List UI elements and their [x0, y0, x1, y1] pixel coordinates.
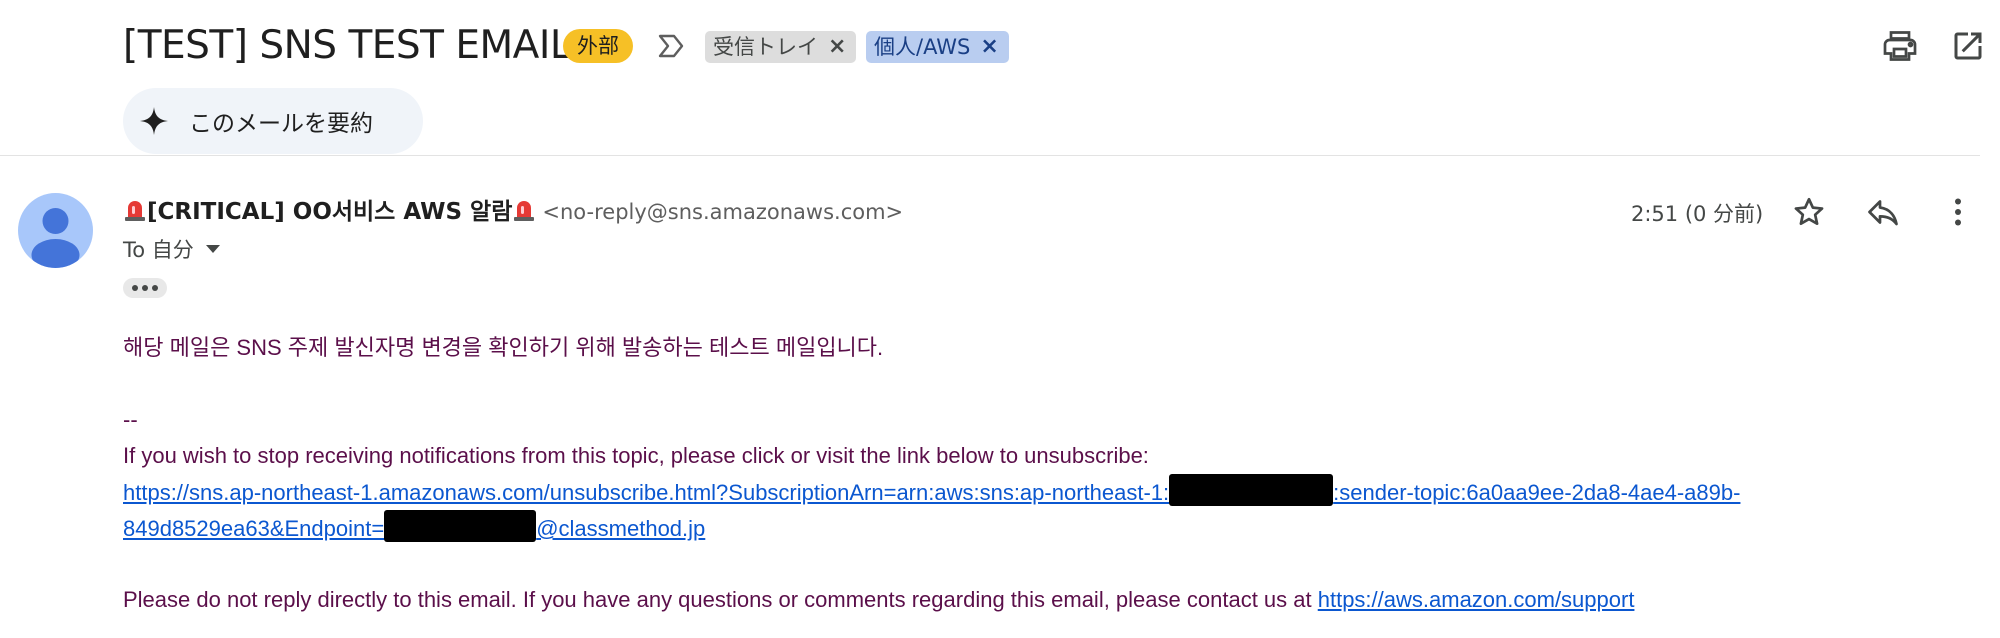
avatar-person-icon [31, 208, 80, 268]
unsubscribe-link[interactable]: https://sns.ap-northeast-1.amazonaws.com… [123, 480, 1169, 505]
open-in-new-window-icon[interactable] [1950, 28, 1986, 64]
siren-icon [125, 201, 145, 221]
label-inbox: 受信トレイ × [705, 31, 857, 63]
ellipsis-icon [132, 285, 138, 291]
recipient-details-toggle[interactable]: To 自分 [123, 234, 220, 264]
unsubscribe-link-domain[interactable]: @classmethod.jp [536, 516, 705, 541]
label-aws: 個人/AWS × [866, 31, 1009, 63]
unsubscribe-link-end[interactable]: 849d8529ea63&Endpoint= [123, 516, 384, 541]
more-vert-icon[interactable] [1940, 194, 1976, 230]
sender-line: [CRITICAL] OO서비스 AWS 알람 <no-reply@sns.am… [123, 196, 903, 227]
unsubscribe-intro: If you wish to stop receiving notificati… [123, 443, 1149, 468]
body-intro-text: 해당 메일은 SNS 주제 발신자명 변경을 확인하기 위해 발송하는 테스트 … [123, 335, 884, 360]
siren-icon [514, 201, 535, 221]
unsubscribe-link-line2: 849d8529ea63&Endpoint= @classmethod.jp [123, 510, 705, 547]
email-subject: [TEST] SNS TEST EMAIL [123, 23, 572, 68]
external-badge: 外部 [563, 29, 633, 63]
unsubscribe-link-cont[interactable]: :sender-topic:6a0aa9ee-2da8-4ae4-a89b- [1333, 480, 1740, 505]
remove-label-aws-button[interactable]: × [980, 31, 998, 63]
body-separator: -- [123, 407, 138, 432]
recipient-label: To 自分 [123, 238, 194, 262]
reply-icon[interactable] [1865, 194, 1901, 230]
unsubscribe-link-line1: https://sns.ap-northeast-1.amazonaws.com… [123, 474, 1740, 511]
summarize-label: このメールを要約 [189, 111, 373, 137]
sparkle-icon [140, 107, 168, 135]
print-icon[interactable] [1882, 28, 1918, 64]
star-icon[interactable] [1791, 194, 1827, 230]
sender-avatar[interactable] [18, 193, 93, 268]
summarize-button[interactable]: このメールを要約 [123, 88, 423, 154]
show-trimmed-content-button[interactable] [123, 278, 167, 298]
message-time: 2:51 (0 分前) [1631, 202, 1764, 226]
header-divider [0, 155, 1980, 156]
support-link[interactable]: https://aws.amazon.com/support [1318, 587, 1635, 612]
remove-label-inbox-button[interactable]: × [828, 31, 846, 63]
label-aws-text: 個人/AWS [874, 35, 971, 59]
support-text: Please do not reply directly to this ema… [123, 587, 1318, 612]
importance-marker-icon[interactable] [656, 30, 686, 62]
sender-name[interactable]: [CRITICAL] OO서비스 AWS 알람 [147, 199, 512, 225]
sender-email: <no-reply@sns.amazonaws.com> [542, 200, 904, 224]
redacted-account-id [1169, 474, 1334, 506]
caret-down-icon [205, 245, 220, 253]
support-line: Please do not reply directly to this ema… [123, 582, 1634, 618]
label-inbox-text: 受信トレイ [713, 35, 818, 59]
redacted-endpoint [384, 510, 537, 542]
